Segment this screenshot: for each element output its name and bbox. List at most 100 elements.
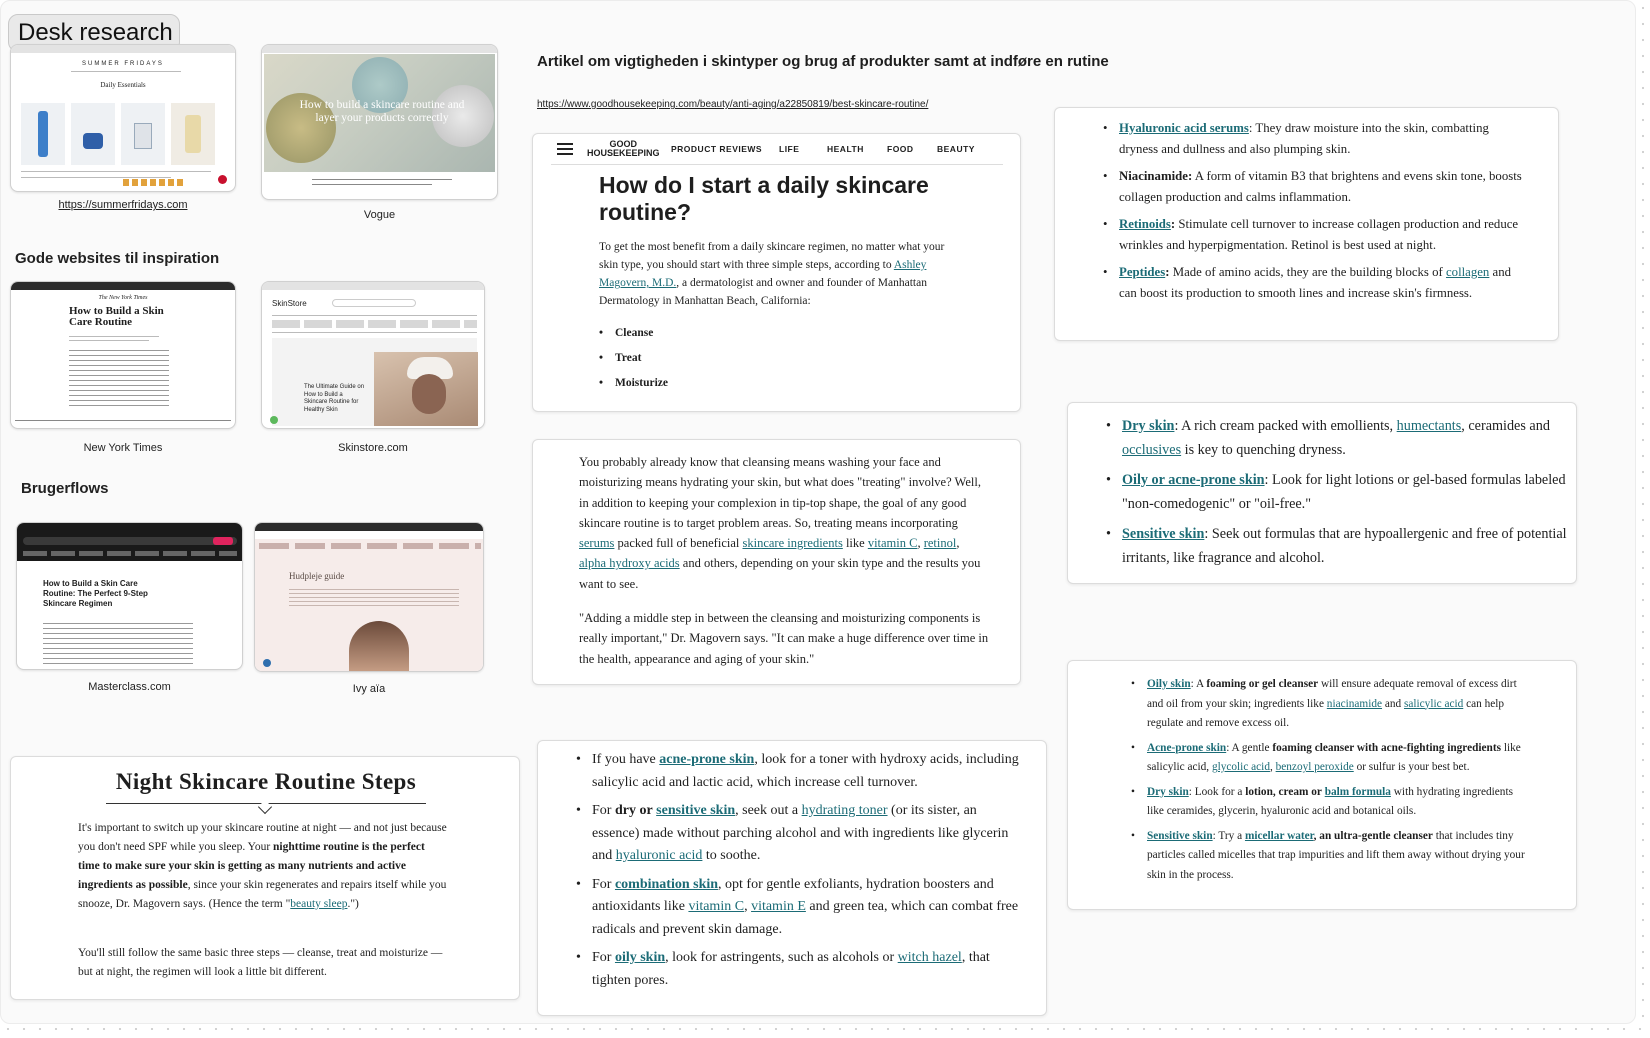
treating-card[interactable]: You probably already know that cleansing…: [532, 439, 1021, 685]
retinoids-item: Retinoids: Stimulate cell turnover to in…: [1103, 214, 1527, 256]
toners-card[interactable]: If you have acne-prone skin, look for a …: [537, 740, 1047, 1016]
dry-skin-link[interactable]: Dry skin: [1122, 418, 1174, 434]
ivy-caption[interactable]: Ivy aïa: [254, 683, 484, 695]
masterclass-screenshot[interactable]: How to Build a Skin Care Routine: The Pe…: [16, 522, 243, 670]
sensitive-skin-link[interactable]: sensitive skin: [656, 803, 735, 818]
nyt-caption[interactable]: New York Times: [10, 442, 236, 454]
oily-skin-item: Oily or acne-prone skin: Look for light …: [1106, 469, 1568, 516]
hyaluronic-acid-serums-link[interactable]: Hyaluronic acid serums: [1119, 121, 1249, 135]
ingredients-card[interactable]: Hyaluronic acid serums: They draw moistu…: [1054, 107, 1559, 341]
acne-prone-skin-link[interactable]: Acne-prone skin: [1147, 742, 1226, 754]
masterclass-headline: How to Build a Skin Care Routine: The Pe…: [43, 579, 148, 608]
night-routine-card[interactable]: Night Skincare Routine Steps It's import…: [10, 756, 520, 1000]
nyt-screenshot[interactable]: The New York Times How to Build a Skin C…: [10, 281, 236, 429]
toner-dry-item: For dry or sensitive skin, seek out a hy…: [576, 800, 1026, 868]
glycolic-acid-link[interactable]: glycolic acid: [1212, 761, 1270, 773]
night-paragraph-2: You'll still follow the same basic three…: [78, 947, 443, 978]
cleanser-emphasis: , an ultra-gentle cleanser: [1313, 829, 1433, 842]
peptides-link[interactable]: Peptides: [1119, 265, 1165, 279]
skinstore-screenshot[interactable]: SkinStore The Ultimate Guide on How to B…: [261, 281, 485, 429]
nav-beauty[interactable]: BEAUTY: [937, 144, 975, 154]
summerfridays-caption[interactable]: https://summerfridays.com: [10, 199, 236, 211]
toner-oily-item: For oily skin, look for astringents, suc…: [576, 947, 1026, 992]
summerfridays-heading: Daily Essentials: [100, 81, 146, 89]
ivy-heading: Hudpleje guide: [289, 571, 345, 581]
skintype-text: : A rich cream packed with emollients,: [1174, 418, 1394, 434]
cleanser-emphasis: foaming cleanser with acne-fighting ingr…: [1272, 741, 1501, 754]
skinstore-logo: SkinStore: [272, 299, 307, 308]
nav-life[interactable]: LIFE: [779, 144, 799, 154]
retinol-link[interactable]: retinol: [924, 536, 957, 550]
acne-prone-skin-link[interactable]: acne-prone skin: [659, 752, 754, 767]
night-text: ."): [347, 898, 359, 910]
beauty-sleep-link[interactable]: beauty sleep: [290, 898, 347, 910]
skincare-ingredients-link[interactable]: skincare ingredients: [743, 536, 843, 550]
cleanser-acne-item: Acne-prone skin: A gentle foaming cleans…: [1131, 739, 1531, 778]
oily-skin-link[interactable]: Oily skin: [1147, 678, 1191, 690]
vitamin-e-link[interactable]: vitamin E: [751, 899, 806, 914]
retinoids-link[interactable]: Retinoids: [1119, 217, 1171, 231]
gh-intro: To get the most benefit from a daily ski…: [599, 238, 955, 310]
toner-text: to soothe.: [705, 848, 761, 863]
salicylic-acid-link[interactable]: salicylic acid: [1404, 698, 1463, 710]
vogue-screenshot[interactable]: How to build a skincare routine and laye…: [261, 44, 498, 200]
toner-text: , look for a toner with hydroxy acids, i…: [592, 752, 1019, 790]
combination-skin-link[interactable]: combination skin: [615, 877, 718, 892]
night-routine-title: Night Skincare Routine Steps: [115, 769, 417, 794]
sensitive-skin-link[interactable]: Sensitive skin: [1122, 526, 1204, 542]
serums-link[interactable]: serums: [579, 536, 614, 550]
niacinamide-link[interactable]: niacinamide: [1327, 698, 1382, 710]
balm-formula-link[interactable]: balm formula: [1325, 786, 1391, 798]
micellar-water-link[interactable]: micellar water: [1245, 830, 1314, 842]
witch-hazel-link[interactable]: witch hazel: [898, 950, 962, 965]
masterclass-caption[interactable]: Masterclass.com: [16, 681, 243, 693]
cleansers-card[interactable]: Oily skin: A foaming or gel cleanser wil…: [1067, 660, 1577, 910]
gh-article-title: How do I start a daily skincare routine?: [599, 172, 929, 225]
nav-product-reviews[interactable]: PRODUCT REVIEWS: [671, 144, 762, 154]
gh-logo[interactable]: GOOD HOUSEKEEPING: [587, 140, 660, 158]
summerfridays-screenshot[interactable]: SUMMER FRIDAYS Daily Essentials: [10, 44, 236, 192]
treating-text-3: like: [845, 536, 865, 551]
ivy-screenshot[interactable]: Hudpleje guide: [254, 522, 484, 672]
peptides-item: Peptides: Made of amino acids, they are …: [1103, 262, 1527, 304]
skinstore-caption[interactable]: Skinstore.com: [261, 442, 485, 454]
cleanser-dry-item: Dry skin: Look for a lotion, cream or ba…: [1131, 783, 1531, 822]
article-url-link[interactable]: https://www.goodhousekeeping.com/beauty/…: [537, 99, 928, 110]
vitamin-c-link[interactable]: vitamin C: [688, 899, 744, 914]
toner-text: For: [592, 950, 612, 965]
nav-food[interactable]: FOOD: [887, 144, 914, 154]
moisturizer-skintypes-card[interactable]: Dry skin: A rich cream packed with emoll…: [1067, 402, 1577, 584]
nyt-headline: How to Build a Skin Care Routine: [69, 305, 164, 328]
treating-paragraph: You probably already know that cleansing…: [579, 455, 981, 591]
toners-list: If you have acne-prone skin, look for a …: [576, 749, 1026, 992]
moisturizer-list: Dry skin: A rich cream packed with emoll…: [1106, 415, 1568, 570]
gh-article-card[interactable]: GOOD HOUSEKEEPING PRODUCT REVIEWS LIFE H…: [532, 133, 1021, 412]
cleanser-text: : Look for a: [1188, 785, 1243, 798]
toner-combination-item: For combination skin, opt for gentle exf…: [576, 874, 1026, 942]
toner-text: If you have: [592, 752, 656, 767]
canvas-edge-right: [1642, 0, 1644, 1030]
hamburger-menu-icon[interactable]: [557, 142, 573, 156]
nav-health[interactable]: HEALTH: [827, 144, 864, 154]
cleanser-text: : A gentle: [1226, 741, 1270, 754]
hydrating-toner-link[interactable]: hydrating toner: [802, 803, 888, 818]
cleanser-emphasis: lotion, cream or: [1245, 785, 1322, 798]
vitamin-c-link[interactable]: vitamin C: [868, 536, 918, 550]
oily-skin-link[interactable]: oily skin: [615, 950, 665, 965]
occlusives-link[interactable]: occlusives: [1122, 442, 1181, 458]
hyaluronic-acid-link[interactable]: hyaluronic acid: [616, 848, 703, 863]
steps-list: Cleanse Treat Moisturize: [599, 321, 668, 396]
gh-intro-text-1: To get the most benefit from a daily ski…: [599, 241, 945, 271]
toner-text: For: [592, 876, 612, 892]
summerfridays-brand: SUMMER FRIDAYS: [82, 61, 164, 67]
dry-skin-item: Dry skin: A rich cream packed with emoll…: [1106, 415, 1568, 462]
dry-skin-link[interactable]: Dry skin: [1147, 786, 1189, 798]
humectants-link[interactable]: humectants: [1397, 418, 1462, 434]
collagen-link[interactable]: collagen: [1446, 265, 1489, 279]
sensitive-skin-link[interactable]: Sensitive skin: [1147, 830, 1213, 842]
oily-acne-prone-skin-link[interactable]: Oily or acne-prone skin: [1122, 472, 1265, 488]
benzoyl-peroxide-link[interactable]: benzoyl peroxide: [1276, 761, 1354, 773]
alpha-hydroxy-acids-link[interactable]: alpha hydroxy acids: [579, 556, 680, 570]
vogue-caption[interactable]: Vogue: [261, 209, 498, 221]
ingredients-list: Hyaluronic acid serums: They draw moistu…: [1103, 118, 1527, 304]
